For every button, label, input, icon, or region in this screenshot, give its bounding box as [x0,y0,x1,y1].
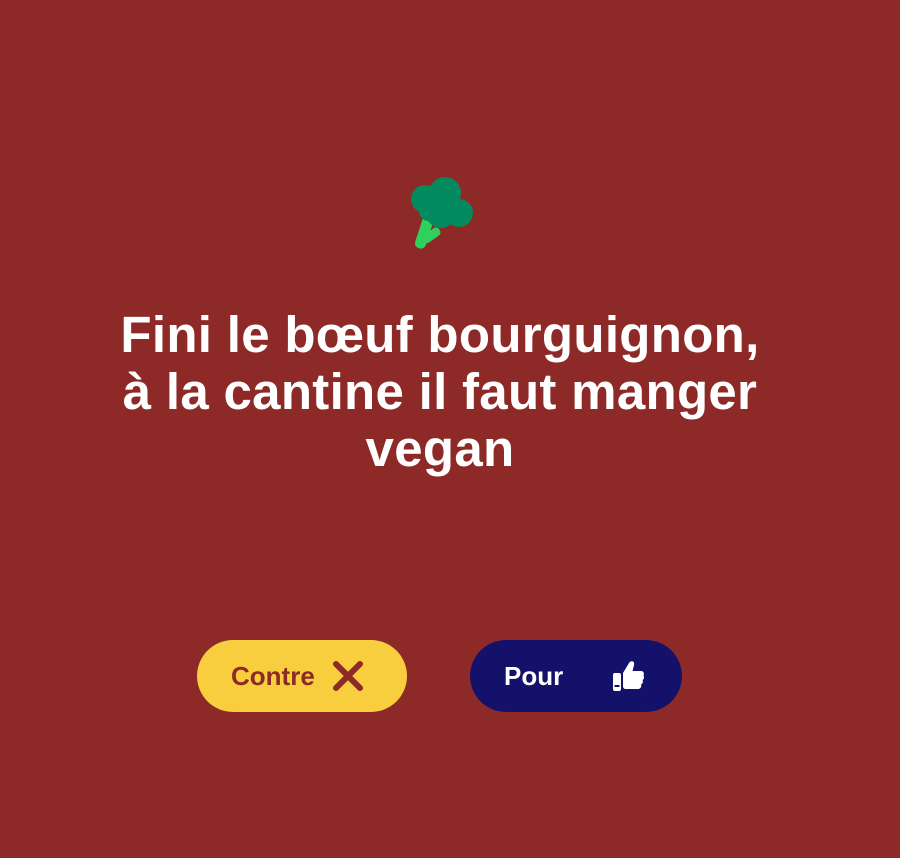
close-icon [332,661,363,691]
contre-button[interactable]: Contre [197,640,407,712]
question-line-1: Fini le bœuf bourguignon, [120,306,760,363]
thumbs-up-icon [613,661,645,691]
question-line-3: vegan [365,420,515,477]
broccoli-icon [411,177,473,249]
contre-button-label: Contre [231,660,315,691]
pour-button[interactable]: Pour [470,640,682,712]
question-text: Fini le bœuf bourguignon, à la cantine i… [60,306,820,477]
vote-card: Fini le bœuf bourguignon, à la cantine i… [0,0,900,858]
pour-button-label: Pour [504,660,564,691]
question-line-2: à la cantine il faut manger [122,363,758,420]
